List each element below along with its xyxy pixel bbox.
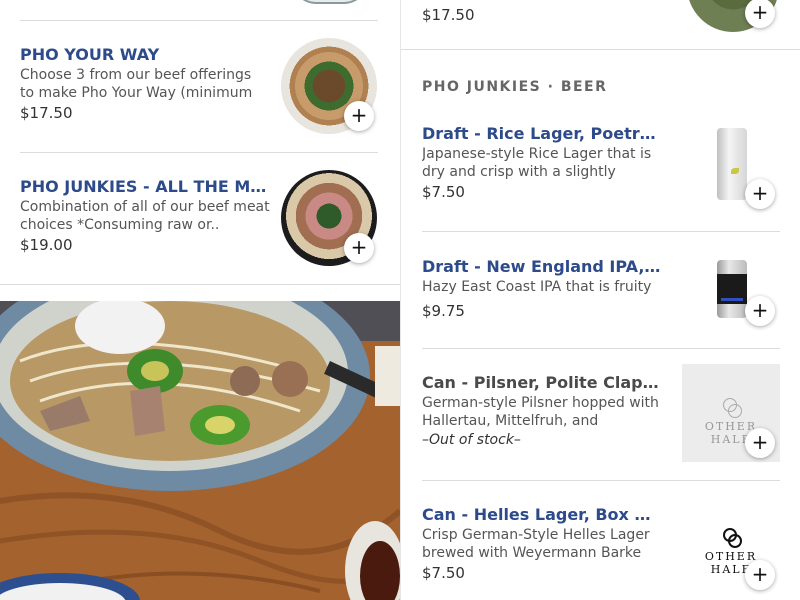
out-of-stock-label: –Out of stock–: [422, 432, 521, 448]
item-name: PHO YOUR WAY: [20, 45, 160, 64]
divider: [20, 152, 378, 153]
divider: [422, 231, 780, 232]
right-menu-column: $17.50 + PHO JUNKIES · BEER Draft - Rice…: [400, 0, 800, 600]
add-to-cart-button[interactable]: +: [344, 101, 374, 131]
item-price: $7.50: [422, 183, 465, 201]
add-to-cart-button[interactable]: +: [745, 179, 775, 209]
previous-item-image[interactable]: [292, 0, 368, 4]
divider: [20, 20, 378, 21]
item-name: Can - Helles Lager, Box Car, …: [422, 505, 662, 524]
menu-item[interactable]: Draft - New England IPA, Gre… Hazy East …: [422, 257, 662, 320]
divider: [422, 480, 780, 481]
item-description: Crisp German-Style Helles Lager brewed w…: [422, 527, 650, 561]
item-name: Draft - New England IPA, Gre…: [422, 257, 662, 276]
menu-item[interactable]: PHO YOUR WAY Choose 3 from our beef offe…: [20, 45, 260, 122]
add-to-cart-button[interactable]: +: [745, 0, 775, 28]
add-to-cart-button[interactable]: +: [745, 296, 775, 326]
item-price: $19.00: [20, 236, 73, 254]
item-description: German-style Pilsner hopped with Hallert…: [422, 395, 659, 429]
menu-item[interactable]: Draft - Rice Lager, Poetry Sn… Japanese-…: [422, 124, 662, 201]
rice-lager-can-image[interactable]: [717, 128, 747, 200]
item-description: Japanese-style Rice Lager that is dry an…: [422, 146, 652, 180]
item-name: PHO JUNKIES - ALL THE MEATS: [20, 177, 270, 196]
add-to-cart-button[interactable]: +: [745, 560, 775, 590]
menu-item[interactable]: Can - Helles Lager, Box Car, … Crisp Ger…: [422, 505, 662, 582]
brand-logo-icon: [728, 404, 742, 418]
item-price: $9.75: [422, 302, 465, 320]
item-price: $17.50: [422, 6, 475, 24]
left-menu-column: PHO YOUR WAY Choose 3 from our beef offe…: [0, 0, 400, 600]
divider: [401, 49, 800, 50]
item-price: $7.50: [422, 564, 465, 582]
divider: [422, 348, 780, 349]
menu-item[interactable]: Can - Pilsner, Polite Clap, Ot… German-s…: [422, 373, 662, 448]
pho-hero-photo: [0, 301, 400, 600]
menu-item[interactable]: PHO JUNKIES - ALL THE MEATS Combination …: [20, 177, 270, 254]
item-description: Combination of all of our beef meat choi…: [20, 199, 270, 233]
add-to-cart-button[interactable]: +: [344, 233, 374, 263]
item-description: Hazy East Coast IPA that is fruity and: [422, 279, 652, 295]
item-price: $17.50: [20, 104, 73, 122]
ipa-can-image[interactable]: [717, 260, 747, 318]
item-name: Can - Pilsner, Polite Clap, Ot…: [422, 373, 662, 392]
add-to-cart-button[interactable]: +: [745, 428, 775, 458]
item-name: Draft - Rice Lager, Poetry Sn…: [422, 124, 662, 143]
brand-logo-icon: [728, 534, 742, 548]
divider: [0, 284, 400, 285]
section-title: PHO JUNKIES · BEER: [422, 79, 608, 95]
item-description: Choose 3 from our beef offerings to make…: [20, 67, 253, 101]
